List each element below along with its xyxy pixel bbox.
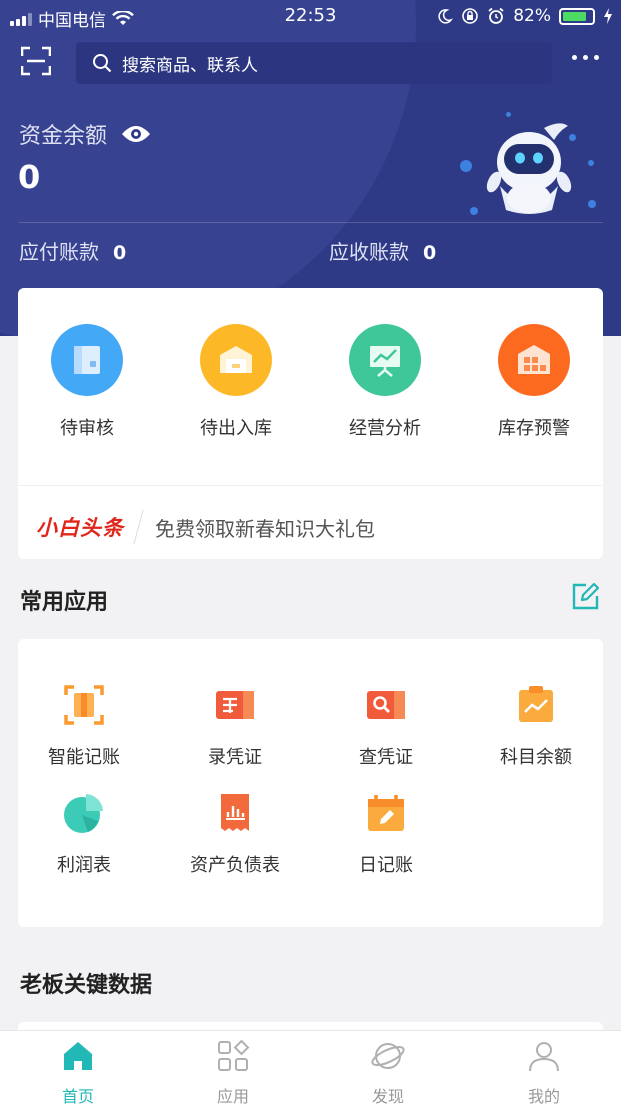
warehouse-box-icon	[200, 324, 272, 396]
eye-icon[interactable]	[121, 124, 151, 144]
app-label: 查凭证	[359, 747, 413, 768]
app-label: 日记账	[359, 855, 413, 876]
book-icon	[51, 324, 123, 396]
account-balance-icon	[519, 686, 553, 722]
inventory-warehouse-icon	[498, 324, 570, 396]
decor-dot	[470, 207, 478, 215]
app-label: 利润表	[57, 855, 111, 876]
app-smart-bookkeeping[interactable]: 智能记账	[9, 683, 159, 769]
balance-section: 资金余额	[19, 118, 151, 150]
apps-grid-icon	[218, 1039, 250, 1071]
home-icon	[64, 1042, 92, 1070]
search-icon	[93, 54, 112, 73]
orientation-lock-icon	[462, 8, 479, 24]
promo-banner[interactable]: 小白头条 免费领取新春知识大礼包	[36, 510, 375, 544]
app-enter-voucher[interactable]: 录凭证	[160, 683, 310, 769]
battery-percent: 82%	[513, 6, 551, 26]
status-bar: 中国电信 22:53 82%	[0, 0, 621, 32]
bottom-nav: 首页 应用 发现 我的	[0, 1030, 621, 1104]
balance-value: 0	[18, 158, 41, 196]
analysis-board-icon	[349, 324, 421, 396]
quick-action-pending-review[interactable]: 待审核	[17, 324, 157, 440]
promo-text: 免费领取新春知识大礼包	[155, 516, 375, 541]
app-label: 科目余额	[500, 747, 572, 768]
battery-icon	[559, 7, 595, 25]
quick-action-label: 待出入库	[200, 418, 272, 439]
receivable-value: 0	[423, 242, 437, 264]
calendar-journal-icon	[368, 795, 404, 831]
nav-label: 应用	[216, 1087, 249, 1104]
app-label: 录凭证	[208, 747, 262, 768]
payable-label: 应付账款	[19, 240, 99, 264]
common-apps-card: 智能记账 录凭证 查凭证 科目余额 利润表 资产负债表 日记账	[18, 639, 603, 927]
header-divider	[19, 222, 603, 223]
app-label: 资产负债表	[190, 855, 280, 876]
receivable-label: 应收账款	[329, 240, 409, 264]
quick-action-inventory-alert[interactable]: 库存预警	[464, 324, 604, 440]
app-account-balance[interactable]: 科目余额	[461, 683, 611, 769]
decor-dot	[506, 112, 511, 117]
app-balance-sheet[interactable]: 资产负债表	[160, 791, 310, 877]
charging-icon	[604, 8, 612, 24]
edit-icon[interactable]	[571, 582, 600, 611]
quick-action-label: 经营分析	[349, 418, 421, 439]
nav-profile[interactable]: 我的	[494, 1039, 594, 1104]
app-label: 智能记账	[48, 747, 120, 768]
app-search-voucher[interactable]: 查凭证	[311, 683, 461, 769]
key-data-title: 老板关键数据	[20, 973, 153, 998]
nav-label: 发现	[371, 1087, 404, 1104]
robot-mascot-icon	[486, 123, 572, 214]
nav-label: 我的	[527, 1087, 560, 1104]
nav-apps[interactable]: 应用	[183, 1039, 283, 1104]
search-bar[interactable]: 搜索商品、联系人	[76, 42, 552, 84]
enter-voucher-icon	[216, 691, 254, 719]
nav-home[interactable]: 首页	[28, 1039, 128, 1104]
scan-icon[interactable]	[21, 46, 51, 76]
app-income-statement[interactable]: 利润表	[9, 791, 159, 877]
nav-discover[interactable]: 发现	[338, 1039, 438, 1104]
quick-action-label: 库存预警	[498, 418, 570, 439]
quick-action-pending-stock[interactable]: 待出入库	[166, 324, 306, 440]
alarm-icon	[488, 7, 504, 24]
search-placeholder: 搜索商品、联系人	[122, 55, 258, 76]
quick-action-business-analysis[interactable]: 经营分析	[315, 324, 455, 440]
search-voucher-icon	[367, 691, 405, 719]
header-panel: 中国电信 22:53 82% 搜索商品、联系人 资金余额 0 应付账款 0 应收…	[0, 0, 621, 336]
balance-sheet-icon	[221, 794, 249, 831]
payable-item[interactable]: 应付账款 0	[19, 236, 126, 265]
promo-brand: 小白头条	[36, 516, 124, 540]
profile-icon	[529, 1042, 559, 1072]
quick-action-label: 待审核	[60, 418, 114, 439]
receivable-item[interactable]: 应收账款 0	[329, 236, 436, 265]
common-apps-title: 常用应用	[20, 590, 109, 615]
more-menu-icon[interactable]	[572, 55, 599, 60]
decor-dot	[460, 160, 472, 172]
nav-label: 首页	[61, 1087, 94, 1104]
smart-bookkeeping-icon	[64, 685, 104, 725]
decor-dot	[588, 160, 594, 166]
payable-value: 0	[113, 242, 127, 264]
card-divider	[18, 485, 602, 486]
quick-actions-card: 待审核 待出入库 经营分析 库存预警 小白头条 免费领取新春知识大礼包	[18, 288, 603, 559]
app-journal[interactable]: 日记账	[311, 791, 461, 877]
planet-icon	[371, 1043, 405, 1069]
promo-separator	[133, 510, 144, 544]
decor-dot	[588, 200, 596, 208]
pie-chart-icon	[64, 794, 103, 833]
moon-icon	[438, 9, 454, 24]
balance-label: 资金余额	[19, 124, 108, 149]
